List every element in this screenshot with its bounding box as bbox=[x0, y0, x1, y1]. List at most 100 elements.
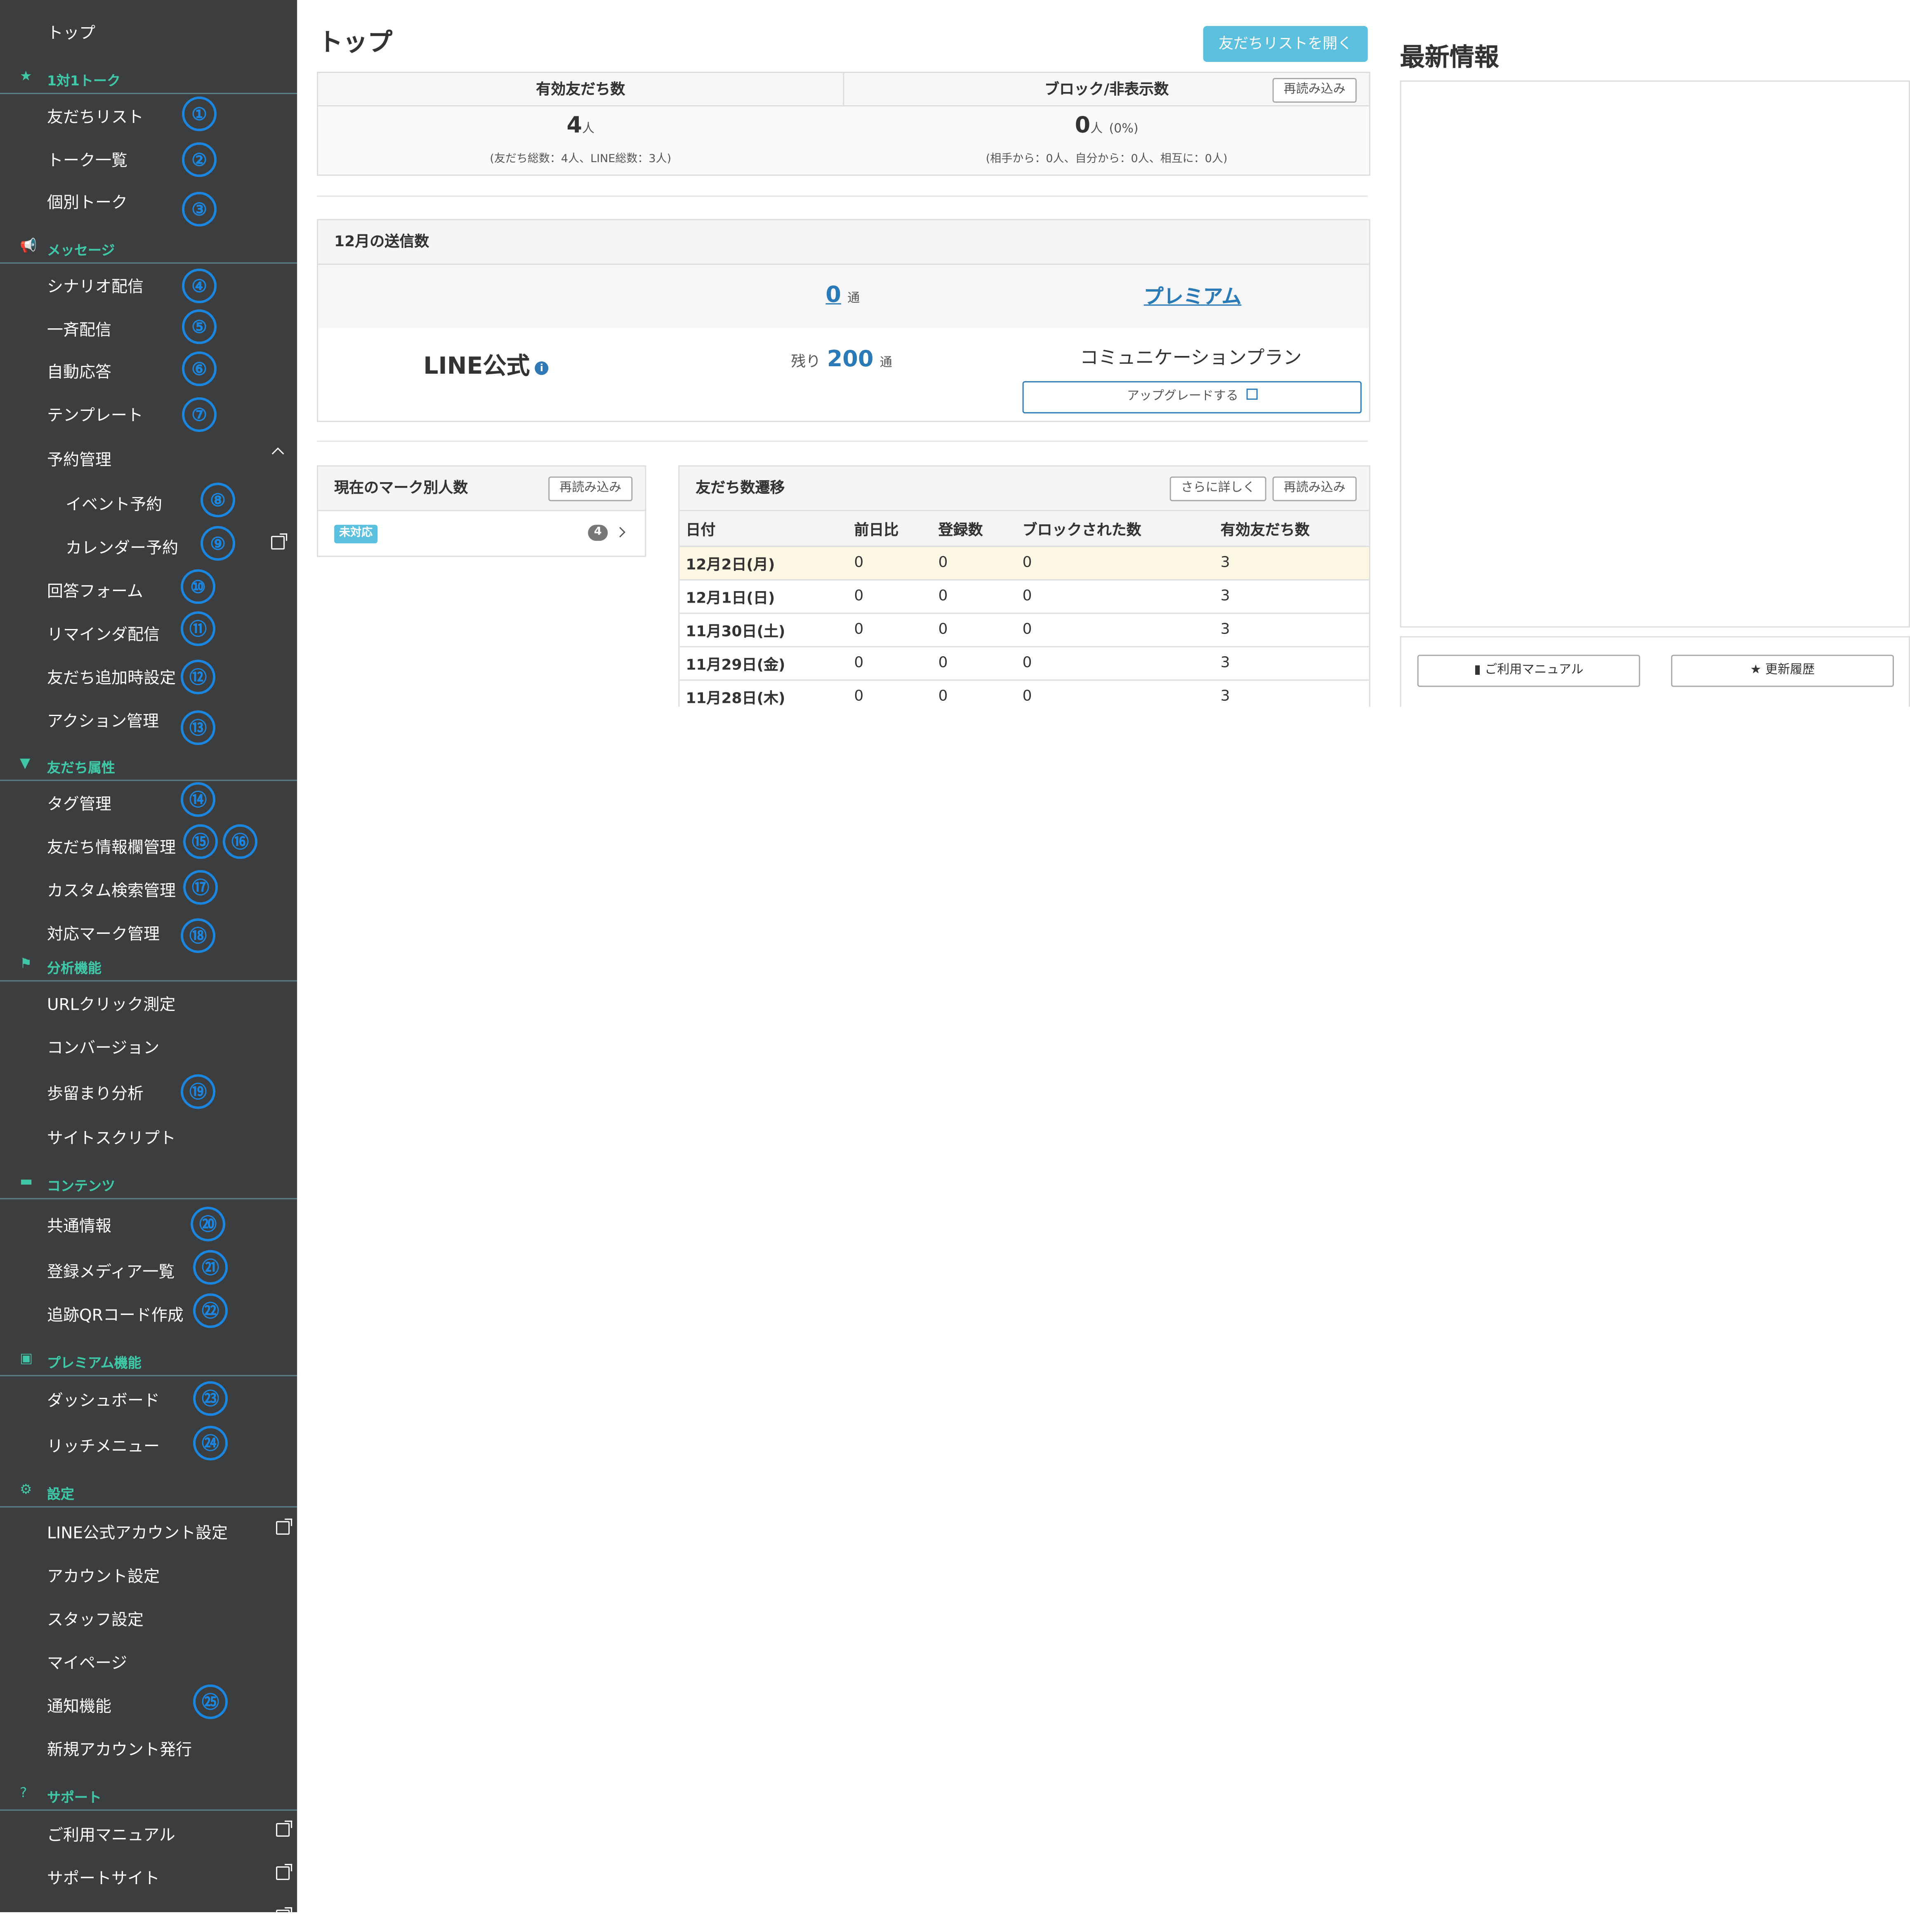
open-friends-list-button[interactable]: 友だちリストを開く bbox=[1203, 26, 1368, 62]
sidebar-item-template[interactable]: テンプレート ⑦ bbox=[0, 392, 297, 434]
table-cell-date: 11月28日(木) bbox=[686, 689, 785, 707]
sidebar-item-label: 新規アカウント発行 bbox=[47, 1741, 192, 1760]
page-title: トップ bbox=[318, 27, 393, 57]
sidebar-item-custom-search[interactable]: カスタム検索管理 ⑰ bbox=[0, 867, 297, 909]
table-cell: 0 bbox=[938, 587, 948, 604]
sidebar-item-url-click[interactable]: URLクリック測定 bbox=[0, 981, 297, 1023]
sidebar-item-individual-talk[interactable]: 個別トーク ③ bbox=[0, 179, 297, 227]
mark-tag-unhandled[interactable]: 未対応 bbox=[334, 525, 378, 544]
sidebar-item-label: 通知機能 bbox=[47, 1698, 112, 1717]
sidebar-item-media-list[interactable]: 登録メディア一覧 ㉑ bbox=[0, 1249, 297, 1291]
reload-button[interactable]: 再読み込み bbox=[1272, 476, 1357, 502]
mark-count-badge: 4 bbox=[588, 525, 608, 541]
annotation-badge-25: ㉕ bbox=[193, 1684, 228, 1719]
sidebar-item-friends-list[interactable]: 友だちリスト ① bbox=[0, 94, 297, 136]
sidebar-item-broadcast[interactable]: 一斉配信 ⑤ bbox=[0, 307, 297, 349]
sidebar-item-auto-reply[interactable]: 自動応答 ⑥ bbox=[0, 349, 297, 391]
remaining-value: 残り 200 通 bbox=[791, 346, 892, 372]
sidebar-item-dashboard[interactable]: ダッシュボード ㉓ bbox=[0, 1378, 297, 1420]
section-header-message: 📢 メッセージ bbox=[0, 235, 297, 264]
history-label: 更新履歴 bbox=[1765, 663, 1815, 677]
section-header-talk: ★ 1対1トーク bbox=[0, 66, 297, 94]
premium-link[interactable]: プレミアム bbox=[1144, 280, 1242, 309]
external-link-icon bbox=[276, 1518, 292, 1535]
question-circle-icon: ? bbox=[20, 1784, 27, 1801]
table-row: 11月28日(木) 0 0 0 3 bbox=[679, 679, 1369, 707]
plan-name: コミュニケーションプラン bbox=[1080, 346, 1302, 369]
sent-count-link[interactable]: 0 bbox=[825, 282, 841, 308]
sidebar-item-site-script[interactable]: サイトスクリプト bbox=[0, 1115, 297, 1157]
reload-button[interactable]: 再読み込み bbox=[1272, 78, 1357, 103]
section-header-premium: ▣ プレミアム機能 bbox=[0, 1348, 297, 1376]
upgrade-button[interactable]: アップグレードする bbox=[1022, 381, 1362, 414]
table-cell: 0 bbox=[854, 687, 864, 704]
mark-count-panel: 現在のマーク別人数 再読み込み 未対応 4 bbox=[317, 465, 646, 557]
news-feed bbox=[1400, 80, 1910, 628]
sidebar-item-faq[interactable]: よくある質問集 bbox=[0, 1899, 297, 1932]
sidebar-item-action-management[interactable]: アクション管理 ⑬ bbox=[0, 698, 297, 745]
sidebar-item-label: マイページ bbox=[47, 1654, 127, 1673]
sidebar-item-add-friend-setting[interactable]: 友だち追加時設定 ⑫ bbox=[0, 655, 297, 697]
sidebar-item-new-account[interactable]: 新規アカウント発行 bbox=[0, 1727, 297, 1769]
table-row: 11月30日(土) 0 0 0 3 bbox=[679, 613, 1369, 647]
reload-button[interactable]: 再読み込み bbox=[548, 476, 633, 502]
sidebar-item-notification[interactable]: 通知機能 ㉕ bbox=[0, 1683, 297, 1725]
info-icon[interactable]: i bbox=[535, 361, 549, 375]
table-cell-date: 11月30日(土) bbox=[686, 622, 785, 640]
folder-icon: ▬ bbox=[20, 1173, 33, 1190]
unit: 通 bbox=[880, 356, 892, 370]
sidebar-item-mypage[interactable]: マイページ bbox=[0, 1640, 297, 1682]
manual-label: ご利用マニュアル bbox=[1485, 663, 1584, 677]
sidebar-item-top[interactable]: トップ bbox=[0, 10, 297, 52]
manual-button[interactable]: ▮ ご利用マニュアル bbox=[1417, 655, 1640, 687]
external-link-icon bbox=[276, 1820, 292, 1837]
table-cell: 0 bbox=[1022, 553, 1032, 571]
annotation-badge-4: ④ bbox=[182, 269, 217, 304]
sidebar-item-staff-setting[interactable]: スタッフ設定 bbox=[0, 1597, 297, 1639]
sidebar-item-tag-management[interactable]: タグ管理 ⑭ bbox=[0, 781, 297, 823]
sidebar-item-reservation[interactable]: 予約管理 bbox=[0, 437, 297, 479]
sidebar-item-talk-list[interactable]: トーク一覧 ② bbox=[0, 137, 297, 179]
sidebar-item-label: リマインダ配信 bbox=[47, 626, 160, 645]
sidebar-item-label: タグ管理 bbox=[47, 796, 112, 815]
sidebar-item-line-account-setting[interactable]: LINE公式アカウント設定 bbox=[0, 1510, 297, 1552]
panel-title: 友だち数遷移 bbox=[696, 479, 785, 497]
sidebar-item-reminder[interactable]: リマインダ配信 ⑪ bbox=[0, 611, 297, 653]
table-cell: 3 bbox=[1220, 653, 1230, 671]
divider bbox=[317, 196, 1368, 197]
sidebar-item-yield-analysis[interactable]: 歩留まり分析 ⑲ bbox=[0, 1071, 297, 1113]
table-cell: 0 bbox=[1022, 687, 1032, 704]
main-content: トップ 友だちリストを開く 有効友だち数 ブロック/非表示数 再読み込み 4人 … bbox=[298, 0, 1910, 707]
annotation-badge-2: ② bbox=[182, 142, 217, 177]
sidebar-item-label: 一斉配信 bbox=[47, 322, 112, 341]
unit: 通 bbox=[847, 292, 860, 306]
sidebar-item-label: サイトスクリプト bbox=[47, 1130, 176, 1149]
table-row: 11月29日(金) 0 0 0 3 bbox=[679, 646, 1369, 681]
sidebar-item-scenario[interactable]: シナリオ配信 ④ bbox=[0, 264, 297, 306]
sidebar-item-event-reservation[interactable]: イベント予約 ⑧ bbox=[0, 481, 297, 523]
flag-icon: ⚑ bbox=[20, 955, 32, 972]
sidebar-item-support-site[interactable]: サポートサイト bbox=[0, 1855, 297, 1897]
sidebar-item-label: コンバージョン bbox=[47, 1039, 160, 1058]
line-official-label: LINE公式 i bbox=[423, 348, 549, 381]
more-details-button[interactable]: さらに詳しく bbox=[1170, 476, 1266, 502]
sidebar-item-calendar-reservation[interactable]: カレンダー予約 ⑨ bbox=[0, 525, 297, 567]
sidebar-item-label: LINE公式アカウント設定 bbox=[47, 1524, 228, 1543]
update-history-button[interactable]: ★ 更新履歴 bbox=[1671, 655, 1894, 687]
chevron-right-icon[interactable] bbox=[615, 527, 626, 537]
annotation-badge-14: ⑭ bbox=[181, 782, 216, 817]
table-cell: 0 bbox=[938, 620, 948, 638]
blocked-percent: (0%) bbox=[1109, 123, 1139, 137]
sidebar-item-mark-management[interactable]: 対応マーク管理 ⑱ bbox=[0, 911, 297, 953]
sidebar-item-rich-menu[interactable]: リッチメニュー ㉔ bbox=[0, 1423, 297, 1465]
sidebar-item-conversion[interactable]: コンバージョン bbox=[0, 1025, 297, 1067]
sidebar-item-common-info[interactable]: 共通情報 ⑳ bbox=[0, 1203, 297, 1245]
sidebar-item-label: よくある質問集 bbox=[47, 1913, 160, 1932]
sidebar-item-account-setting[interactable]: アカウント設定 bbox=[0, 1553, 297, 1595]
external-link-icon bbox=[276, 1907, 292, 1923]
sidebar-item-manual[interactable]: ご利用マニュアル bbox=[0, 1812, 297, 1854]
sidebar-item-label: テンプレート bbox=[47, 407, 143, 426]
sidebar-item-friend-info[interactable]: 友だち情報欄管理 ⑮ ⑯ bbox=[0, 824, 297, 866]
sidebar-item-qr-code[interactable]: 追跡QRコード作成 ㉒ bbox=[0, 1292, 297, 1334]
sidebar-item-answer-form[interactable]: 回答フォーム ⑩ bbox=[0, 568, 297, 610]
